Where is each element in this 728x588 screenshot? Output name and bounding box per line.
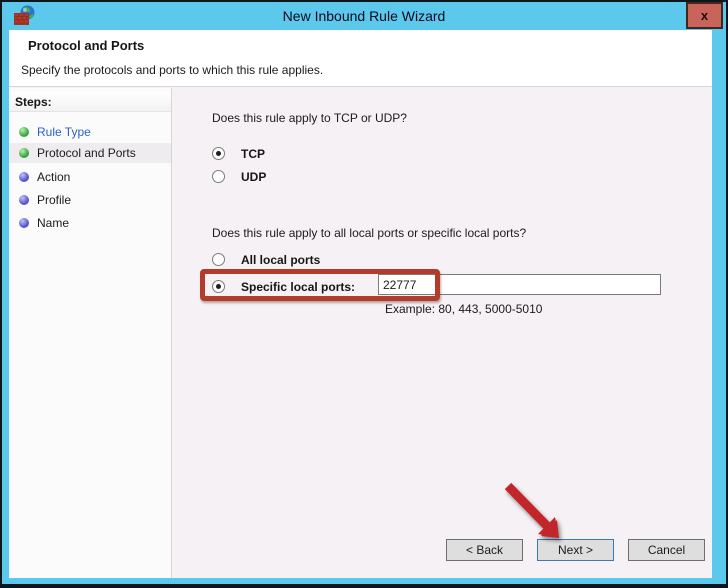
radio-specific-local-ports-selected[interactable] [212,280,225,293]
step-name: Name [9,213,171,233]
page-subtitle: Specify the protocols and ports to which… [21,63,324,77]
window-title: New Inbound Rule Wizard [282,8,446,24]
cancel-button[interactable]: Cancel [628,539,705,561]
step-pending-bullet-icon [19,218,29,228]
radio-all-local-ports[interactable] [212,253,225,266]
step-label: Action [37,170,71,184]
specific-ports-input[interactable] [378,274,661,295]
steps-heading: Steps: [9,92,171,112]
example-hint: Example: 80, 443, 5000-5010 [385,302,543,316]
page-header: Protocol and Ports Specify the protocols… [9,30,712,87]
step-label: Name [37,216,70,230]
steps-sidebar: Steps: Rule Type Protocol and Ports Acti… [9,88,172,578]
close-button[interactable]: x [686,2,723,29]
radio-label-all-local-ports: All local ports [241,253,321,267]
page-title: Protocol and Ports [28,38,145,53]
step-rule-type[interactable]: Rule Type [9,122,171,142]
window-frame: New Inbound Rule Wizard x Protocol and P… [2,2,726,584]
step-done-bullet-icon [19,148,29,158]
question-ports: Does this rule apply to all local ports … [212,226,527,240]
step-label: Profile [37,193,72,207]
wizard-page: Protocol and Ports Specify the protocols… [9,30,712,578]
step-label: Rule Type [37,125,91,139]
radio-udp[interactable] [212,170,225,183]
step-profile: Profile [9,190,171,210]
title-bar: New Inbound Rule Wizard x [2,2,726,30]
close-icon: x [700,8,709,23]
step-done-bullet-icon [19,127,29,137]
wizard-window: New Inbound Rule Wizard x Protocol and P… [0,0,728,588]
radio-label-tcp: TCP [241,147,265,161]
step-protocol-and-ports: Protocol and Ports [9,143,171,163]
radio-tcp-selected[interactable] [212,147,225,160]
back-button[interactable]: < Back [446,539,523,561]
radio-label-specific-local-ports: Specific local ports: [241,280,356,294]
step-action: Action [9,167,171,187]
question-protocol: Does this rule apply to TCP or UDP? [212,111,407,125]
radio-label-udp: UDP [241,170,267,184]
step-pending-bullet-icon [19,195,29,205]
step-pending-bullet-icon [19,172,29,182]
next-button[interactable]: Next > [537,539,614,561]
step-label: Protocol and Ports [37,146,136,160]
